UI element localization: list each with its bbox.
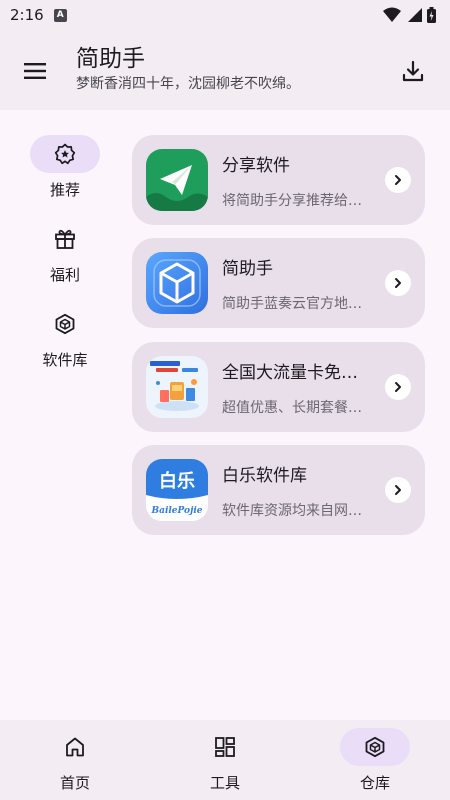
- chevron-right-icon[interactable]: [385, 270, 411, 296]
- notification-icon: A: [53, 8, 67, 22]
- rail-active-indicator: [30, 135, 100, 173]
- card-jian-assistant[interactable]: 简助手 简助手蓝奏云官方地址下载: [132, 238, 425, 328]
- app-subtitle: 梦断香消四十年，沈园柳老不吹绵。: [76, 76, 300, 92]
- cube-icon: [55, 313, 75, 335]
- hamburger-menu-icon: [24, 63, 46, 79]
- nav-label-warehouse: 仓库: [359, 774, 390, 792]
- chevron-right-icon[interactable]: [385, 167, 411, 193]
- card-desc: 将简助手分享推荐给你的好友: [222, 193, 372, 209]
- cube-app-icon: [146, 252, 208, 314]
- battery-icon: [427, 7, 436, 23]
- status-time: 2:16: [10, 6, 44, 24]
- grid-icon: [215, 737, 235, 757]
- nav-item-tools[interactable]: 工具: [180, 728, 270, 793]
- menu-button[interactable]: [18, 54, 52, 88]
- chevron-right-icon[interactable]: [385, 374, 411, 400]
- app-title: 简助手: [76, 46, 145, 72]
- app-titles: 简助手 梦断香消四十年，沈园柳老不吹绵。: [76, 44, 300, 94]
- rail-label-software-library: 软件库: [42, 351, 88, 369]
- nav-item-home[interactable]: 首页: [30, 728, 120, 793]
- logo-subtext: BailePojie: [151, 506, 203, 516]
- rail-item-software-library[interactable]: 软件库: [30, 305, 100, 370]
- rail-item-welfare[interactable]: 福利: [30, 220, 100, 285]
- rail-label-recommend: 推荐: [49, 181, 80, 199]
- home-icon: [66, 737, 84, 757]
- card-title: 分享软件: [222, 156, 290, 176]
- card-desc: 简助手蓝奏云官方地址下载: [222, 296, 372, 312]
- nav-active-indicator: [340, 728, 410, 766]
- gift-icon: [55, 229, 75, 249]
- card-data-sim-offer[interactable]: 全国大流量卡免费领取 超值优惠、长期套餐、全国通用: [132, 342, 425, 432]
- status-icons: [383, 7, 436, 23]
- cube-icon: [365, 736, 385, 758]
- sim-card-promo-icon: [146, 356, 208, 418]
- wifi-icon: [383, 7, 401, 22]
- nav-label-tools: 工具: [209, 774, 240, 792]
- nav-label-home: 首页: [59, 774, 90, 792]
- app-bar: 简助手 梦断香消四十年，沈园柳老不吹绵。: [0, 30, 450, 110]
- card-baile-library[interactable]: 白乐 BailePojie 白乐软件库 软件库资源均来自网络收集: [132, 445, 425, 535]
- card-title: 白乐软件库: [222, 466, 307, 486]
- card-title: 全国大流量卡免费领取: [222, 363, 372, 383]
- signal-icon: [408, 8, 422, 22]
- bottom-navigation: 首页 工具 仓库: [0, 720, 450, 800]
- card-share-software[interactable]: 分享软件 将简助手分享推荐给你的好友: [132, 135, 425, 225]
- nav-item-warehouse[interactable]: 仓库: [330, 728, 420, 793]
- rail-label-welfare: 福利: [49, 266, 80, 284]
- card-desc: 超值优惠、长期套餐、全国通用: [222, 400, 372, 416]
- download-button[interactable]: [396, 54, 430, 88]
- card-desc: 软件库资源均来自网络收集: [222, 503, 372, 519]
- baile-logo-icon: 白乐 BailePojie: [146, 459, 208, 521]
- chevron-right-icon[interactable]: [385, 477, 411, 503]
- logo-text: 白乐: [159, 470, 195, 492]
- download-icon: [402, 60, 424, 82]
- card-title: 简助手: [222, 259, 273, 279]
- rail-item-recommend[interactable]: 推荐: [30, 135, 100, 200]
- star-badge-icon: [54, 143, 76, 165]
- paper-plane-icon: [146, 149, 208, 211]
- status-bar: 2:16 A: [0, 0, 450, 30]
